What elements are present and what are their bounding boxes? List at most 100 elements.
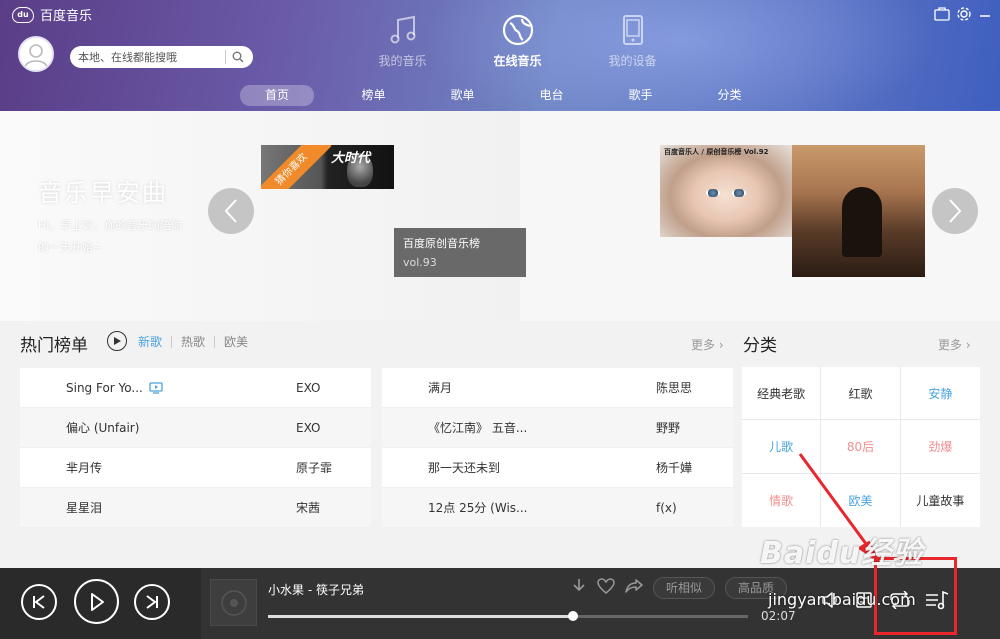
volume-icon[interactable] bbox=[821, 591, 841, 613]
search-input[interactable] bbox=[70, 47, 225, 67]
subnav-playlists[interactable]: 歌单 bbox=[418, 85, 507, 106]
song-artist[interactable]: f(x) bbox=[656, 501, 677, 515]
app-title: 百度音乐 bbox=[40, 9, 93, 24]
table-row[interactable]: 满月 陈思思 bbox=[382, 368, 733, 408]
chevron-right-icon bbox=[949, 199, 962, 223]
globe-icon bbox=[501, 12, 535, 48]
banner-thumb-silhouette[interactable] bbox=[792, 145, 925, 277]
song-artist[interactable]: 原子霏 bbox=[296, 459, 332, 476]
categories-more-label: 更多 bbox=[938, 338, 963, 352]
disc-icon bbox=[220, 589, 247, 616]
chevron-left-icon bbox=[224, 199, 237, 223]
search-icon[interactable] bbox=[226, 47, 250, 67]
hot-more-label: 更多 bbox=[691, 338, 716, 352]
filter-hot-songs[interactable]: 热歌 bbox=[172, 336, 216, 348]
song-artist[interactable]: 杨千嬅 bbox=[656, 459, 692, 476]
annotation-highlight-box bbox=[874, 557, 957, 635]
subnav-home[interactable]: 首页 bbox=[240, 85, 314, 106]
filter-new-songs[interactable]: 新歌 bbox=[138, 336, 173, 348]
next-button[interactable] bbox=[134, 584, 170, 620]
search-box bbox=[70, 46, 253, 68]
subnav-categories[interactable]: 分类 bbox=[685, 85, 774, 106]
heart-icon[interactable] bbox=[597, 578, 615, 598]
category-western[interactable]: 欧美 bbox=[821, 473, 901, 527]
song-artist[interactable]: EXO bbox=[296, 381, 320, 395]
lyrics-icon[interactable] bbox=[855, 591, 875, 613]
tab-my-device-label: 我的设备 bbox=[608, 54, 657, 68]
tab-my-music[interactable]: 我的音乐 bbox=[345, 12, 460, 69]
table-row[interactable]: Sing For Yo... EXO bbox=[20, 368, 371, 408]
album-art[interactable] bbox=[210, 579, 257, 626]
quality-button[interactable]: 高品质 bbox=[725, 577, 788, 599]
song-artist[interactable]: 宋茜 bbox=[296, 499, 320, 516]
category-red-songs[interactable]: 红歌 bbox=[821, 367, 901, 421]
song-title: 满月 bbox=[428, 381, 453, 395]
banner-thumb-guess[interactable]: 猜你喜欢 大时代 bbox=[261, 145, 394, 189]
filter-western[interactable]: 欧美 bbox=[215, 336, 257, 348]
previous-button[interactable] bbox=[21, 584, 57, 620]
banner-carousel: 音乐早安曲 Hi，早上好，你的音乐Dj陪你的一天开始~ 猜你喜欢 大时代 百度原… bbox=[0, 111, 1000, 321]
category-80s[interactable]: 80后 bbox=[821, 420, 901, 474]
skin-icon[interactable] bbox=[934, 7, 950, 21]
window-controls bbox=[934, 6, 992, 22]
category-classic[interactable]: 经典老歌 bbox=[742, 367, 822, 421]
category-quiet[interactable]: 安静 bbox=[900, 367, 980, 421]
song-artist[interactable]: EXO bbox=[296, 421, 320, 435]
banner-thumb-girl[interactable]: 百度音乐人 / 原创音乐榜 Vol.92 bbox=[660, 145, 792, 237]
banner-next-button[interactable] bbox=[932, 188, 978, 234]
song-table-right: 满月 陈思思 《忆江南》 五音... 野野 那一天还未到 杨千嬅 12点 25分… bbox=[382, 368, 733, 528]
play-all-button[interactable] bbox=[107, 331, 127, 351]
banner-caption[interactable]: 百度原创音乐榜 vol.93 bbox=[394, 228, 526, 277]
skip-back-icon bbox=[33, 595, 45, 609]
table-row[interactable]: 偏心 (Unfair) EXO bbox=[20, 408, 371, 448]
table-row[interactable]: 星星泪 宋茜 bbox=[20, 488, 371, 528]
tab-online-music[interactable]: 在线音乐 bbox=[460, 12, 575, 69]
hot-filter-tabs: 新歌 热歌 欧美 bbox=[138, 336, 257, 348]
subnav-artists[interactable]: 歌手 bbox=[596, 85, 685, 106]
song-artist[interactable]: 陈思思 bbox=[656, 379, 692, 396]
subnav-charts[interactable]: 榜单 bbox=[329, 85, 418, 106]
progress-handle[interactable] bbox=[567, 611, 578, 621]
category-energetic[interactable]: 劲爆 bbox=[900, 420, 980, 474]
category-love-songs[interactable]: 情歌 bbox=[742, 473, 822, 527]
skip-forward-icon bbox=[146, 595, 158, 609]
song-table-left: Sing For Yo... EXO 偏心 (Unfair) EXO 芈月传 原… bbox=[20, 368, 371, 528]
minimize-icon[interactable] bbox=[978, 7, 992, 21]
subnav-radio[interactable]: 电台 bbox=[507, 85, 596, 106]
share-icon[interactable] bbox=[625, 578, 643, 598]
eye-right bbox=[732, 189, 746, 197]
play-icon bbox=[114, 337, 121, 345]
category-kids[interactable]: 儿歌 bbox=[742, 420, 822, 474]
player-bar: 小水果 - 筷子兄弟 听相似 高品质 02:07 bbox=[0, 568, 1000, 639]
chevron-right-icon: › bbox=[718, 338, 724, 352]
phone-icon bbox=[622, 12, 644, 48]
table-row[interactable]: 芈月传 原子霏 bbox=[20, 448, 371, 488]
category-kids-stories[interactable]: 儿童故事 bbox=[901, 474, 980, 527]
listen-similar-button[interactable]: 听相似 bbox=[653, 577, 716, 599]
song-title: 《忆江南》 五音... bbox=[428, 421, 528, 435]
table-row[interactable]: 12点 25分 (Wis... f(x) bbox=[382, 488, 733, 528]
table-row[interactable]: 那一天还未到 杨千嬅 bbox=[382, 448, 733, 488]
mv-icon bbox=[149, 381, 163, 394]
thumb-header: 百度音乐人 / 原创音乐榜 Vol.92 bbox=[664, 148, 769, 156]
hot-more-link[interactable]: 更多 › bbox=[691, 336, 724, 353]
banner-title: 音乐早安曲 bbox=[38, 179, 168, 207]
song-title-cell: Sing For Yo... bbox=[66, 381, 163, 395]
caption-vol: vol.93 bbox=[403, 256, 437, 269]
categories-more-link[interactable]: 更多 › bbox=[938, 336, 971, 353]
table-row[interactable]: 《忆江南》 五音... 野野 bbox=[382, 408, 733, 448]
download-icon[interactable] bbox=[571, 578, 587, 598]
song-artist[interactable]: 野野 bbox=[656, 419, 680, 436]
user-avatar[interactable] bbox=[18, 36, 54, 72]
category-grid: 经典老歌 红歌 安静 儿歌 80后 劲爆 情歌 欧美 儿童故事 bbox=[742, 367, 980, 527]
banner-prev-button[interactable] bbox=[208, 188, 254, 234]
song-title: 芈月传 bbox=[66, 461, 103, 475]
banner-text: Hi，早上好，你的音乐Dj陪你的一天开始~ bbox=[38, 219, 182, 254]
tab-my-device[interactable]: 我的设备 bbox=[575, 12, 690, 69]
song-title: Sing For Yo... bbox=[66, 380, 143, 395]
progress-bar[interactable] bbox=[268, 611, 748, 621]
gear-icon[interactable] bbox=[956, 6, 972, 22]
now-playing-title: 小水果 - 筷子兄弟 bbox=[268, 583, 364, 597]
play-icon bbox=[90, 592, 104, 611]
play-button[interactable] bbox=[74, 579, 119, 624]
